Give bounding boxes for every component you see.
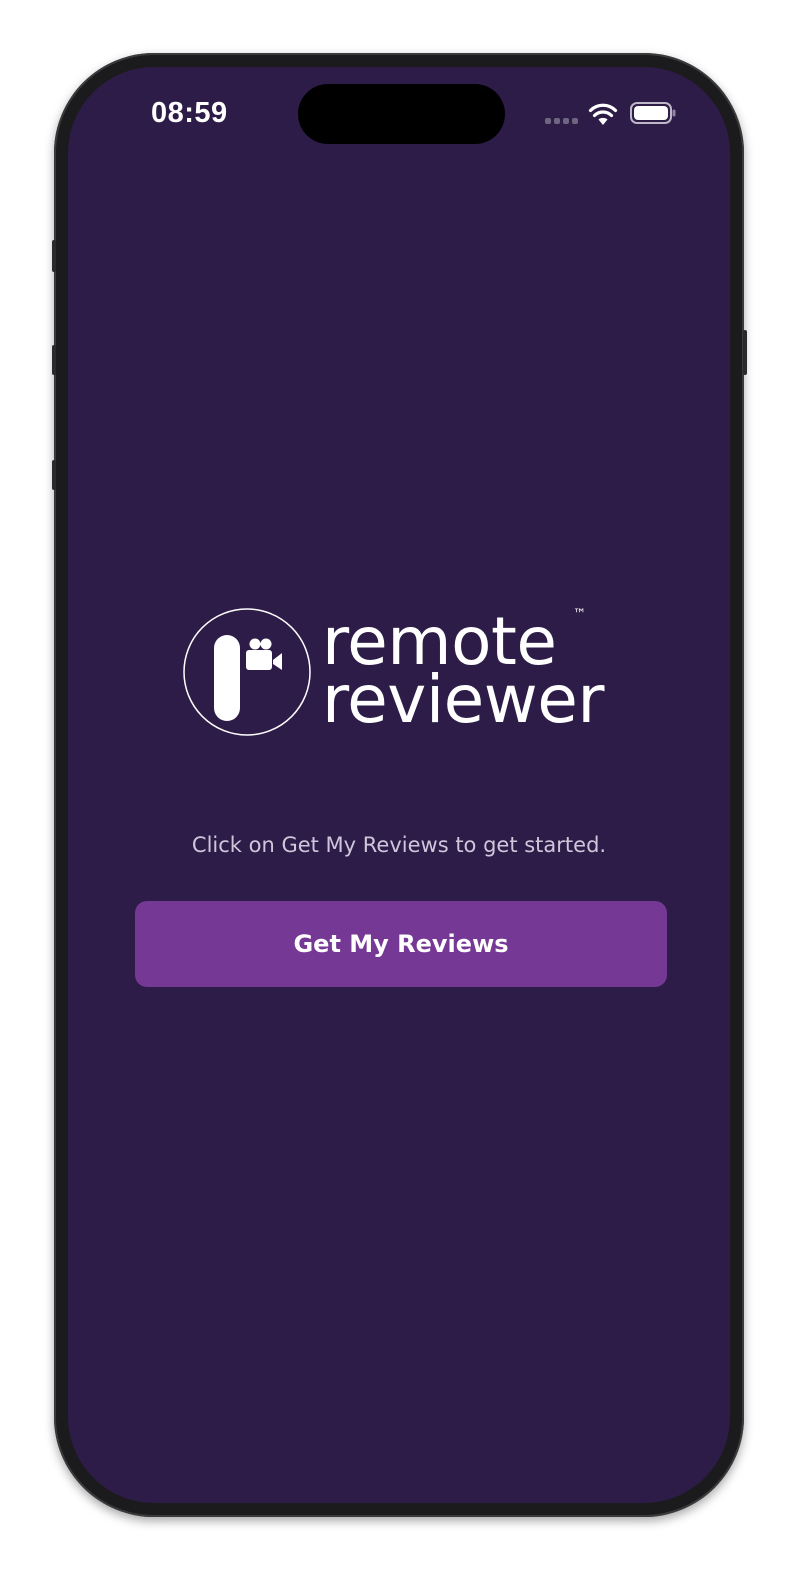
battery-icon xyxy=(630,102,676,124)
action-button xyxy=(52,240,56,272)
power-button xyxy=(743,330,747,375)
signal-icon xyxy=(545,118,578,124)
get-my-reviews-button[interactable]: Get My Reviews xyxy=(135,901,667,987)
remote-reviewer-logo: remote reviewer ™ xyxy=(182,605,622,741)
dynamic-island xyxy=(298,84,505,144)
volume-down-button xyxy=(52,460,56,490)
wifi-icon xyxy=(588,103,618,125)
volume-up-button xyxy=(52,345,56,375)
logo-mark xyxy=(183,608,311,736)
status-time: 08:59 xyxy=(151,97,228,129)
app-screen: 08:59 remote reviewer ™ Click on Get My … xyxy=(68,67,730,1503)
instruction-text: Click on Get My Reviews to get started. xyxy=(191,833,607,857)
camera-icon xyxy=(246,638,282,670)
trademark-symbol: ™ xyxy=(573,607,586,622)
logo-text-reviewer: reviewer xyxy=(322,661,605,738)
get-my-reviews-label: Get My Reviews xyxy=(293,930,509,958)
